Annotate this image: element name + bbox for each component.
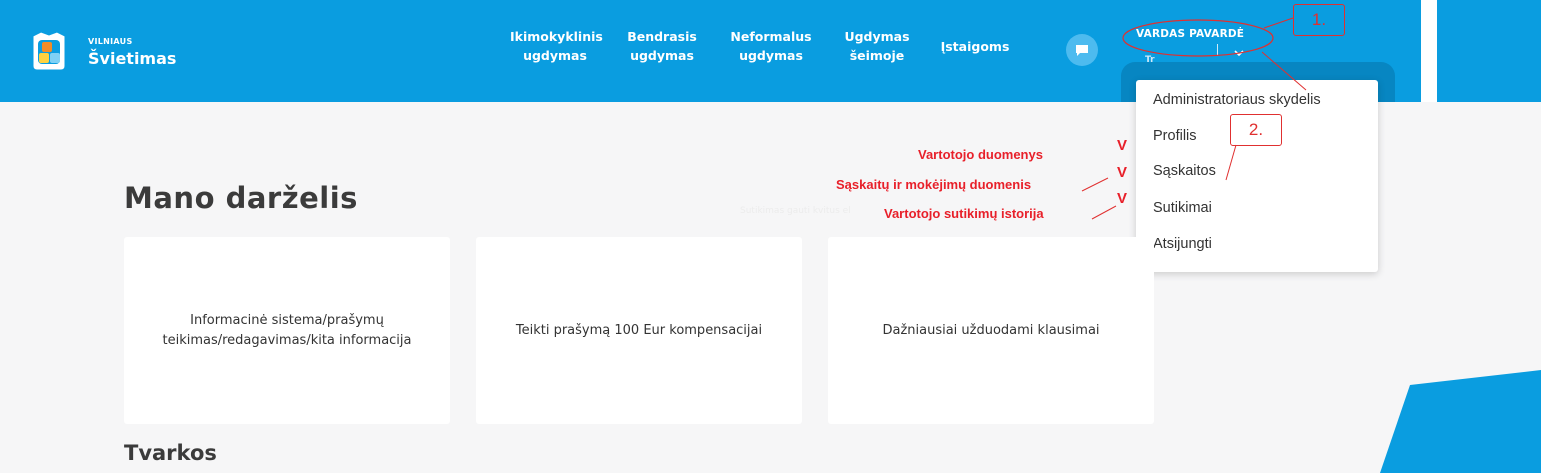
annotation-lines [1081, 17, 1307, 220]
